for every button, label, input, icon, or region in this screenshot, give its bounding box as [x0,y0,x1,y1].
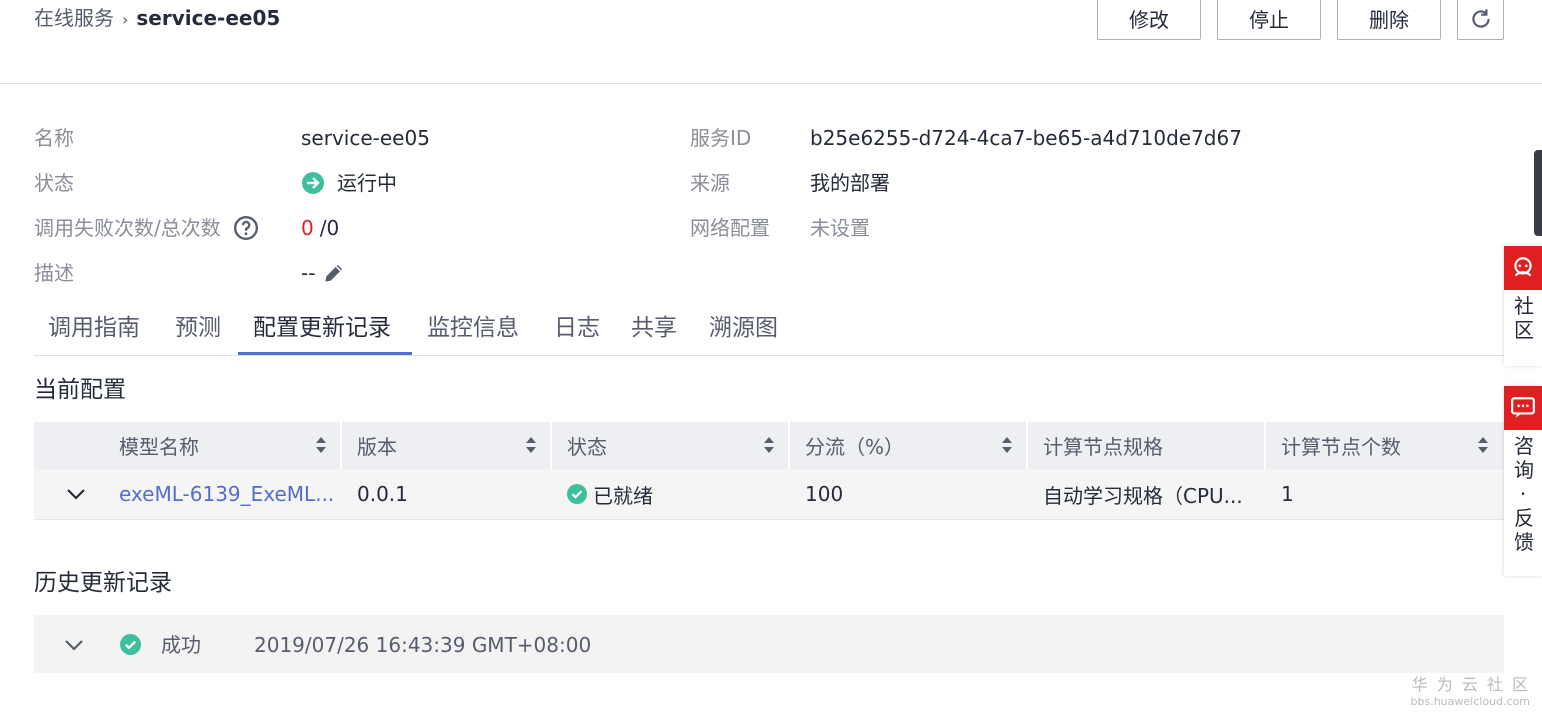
calls-total: /0 [319,216,340,240]
current-config-title: 当前配置 [34,377,126,403]
desc-value: -- [301,259,347,287]
chevron-down-icon[interactable] [64,637,84,653]
refresh-button[interactable] [1457,0,1504,40]
consult-label: 咨询·反馈 [1514,434,1534,554]
status-cell-text: 已就绪 [593,483,653,508]
sort-icon[interactable] [1477,434,1489,456]
col-separator [788,422,790,469]
model-name-cell[interactable]: exeML-6139_ExeML... [119,469,334,519]
consult-icon-box [1504,386,1542,430]
version-cell: 0.0.1 [357,482,408,506]
help-icon[interactable] [233,215,259,241]
watermark: 华 为 云 社 区 bbs.huaweicloud.com [1411,674,1530,708]
service-id-label: 服务ID [690,126,752,150]
stop-button[interactable]: 停止 [1217,0,1321,40]
source-label: 来源 [690,171,730,195]
table-row: exeML-6139_ExeML... 0.0.1 已就绪 100 自动学习规格… [34,469,1504,520]
chevron-down-icon[interactable] [66,486,86,502]
col-model-name-label: 模型名称 [119,435,199,459]
calls-failed: 0 [301,216,314,240]
col-status-label: 状态 [567,435,607,459]
node-count-cell: 1 [1281,482,1294,506]
breadcrumb-parent-link[interactable]: 在线服务 [34,6,114,30]
col-version[interactable]: 版本 [357,422,397,469]
tab-logs[interactable]: 日志 [554,312,600,344]
tab-monitoring[interactable]: 监控信息 [427,312,519,344]
modify-button-label: 修改 [1129,8,1169,32]
running-status-icon [302,172,324,194]
network-value: 未设置 [810,216,870,240]
edit-pencil-icon[interactable] [321,260,347,286]
tab-call-guide[interactable]: 调用指南 [48,312,140,344]
col-node-count-label: 计算节点个数 [1281,435,1401,459]
col-status[interactable]: 状态 [567,422,607,469]
history-time: 2019/07/26 16:43:39 GMT+08:00 [254,633,592,657]
col-separator [1026,422,1028,469]
watermark-title: 华 为 云 社 区 [1411,675,1530,694]
tab-predict[interactable]: 预测 [175,312,221,344]
col-version-label: 版本 [357,435,397,459]
col-traffic-label: 分流（%） [805,435,905,459]
calls-label-text: 调用失败次数/总次数 [34,216,221,240]
source-value: 我的部署 [810,171,890,195]
community-label: 社区 [1514,294,1534,342]
config-table-header: 模型名称 版本 状态 分流（%） 计算节点规格 计算节点个数 [34,422,1504,469]
calls-value: 0/0 [301,214,339,242]
check-circle-icon [567,484,587,504]
sort-icon[interactable] [315,434,327,456]
desc-value-text: -- [301,261,316,285]
col-node-spec-label: 计算节点规格 [1043,435,1163,459]
sort-icon[interactable] [525,434,537,456]
history-status: 成功 [161,633,201,657]
refresh-icon [1471,8,1490,28]
tab-config-history[interactable]: 配置更新记录 [253,312,391,344]
name-label: 名称 [34,126,74,150]
check-circle-icon [120,634,141,655]
network-label: 网络配置 [690,216,770,240]
community-float-button[interactable]: 社区 [1504,246,1542,366]
col-separator [340,422,342,469]
breadcrumb: 在线服务 › service-ee05 [34,4,280,34]
desc-label: 描述 [34,261,74,285]
chat-icon [1511,397,1535,418]
history-item: 成功 2019/07/26 16:43:39 GMT+08:00 [34,615,1504,673]
col-traffic[interactable]: 分流（%） [805,422,904,469]
breadcrumb-separator: › [122,10,129,29]
status-value: 运行中 [301,169,397,197]
col-separator [1264,422,1266,469]
status-label: 状态 [34,171,74,195]
modify-button[interactable]: 修改 [1097,0,1201,40]
consult-float-button[interactable]: 咨询·反馈 [1504,386,1542,576]
service-id-value: b25e6255-d724-4ca7-be65-a4d710de7d67 [810,126,1242,150]
name-value: service-ee05 [301,126,430,150]
tab-share[interactable]: 共享 [631,312,677,344]
status-cell: 已就绪 [567,469,653,519]
sort-icon[interactable] [763,434,775,456]
model-name-link[interactable]: exeML-6139_ExeML... [119,482,334,506]
node-spec-cell: 自动学习规格（CPU... [1043,483,1243,508]
stop-button-label: 停止 [1249,8,1289,32]
tabs-divider [34,355,1504,356]
breadcrumb-current: service-ee05 [136,6,281,30]
status-value-text: 运行中 [337,171,397,195]
delete-button[interactable]: 删除 [1337,0,1441,40]
watermark-url: bbs.huaweicloud.com [1410,695,1530,708]
community-icon-box [1504,246,1542,290]
tab-active-indicator [238,352,412,355]
delete-button-label: 删除 [1369,8,1409,32]
col-node-count[interactable]: 计算节点个数 [1281,422,1401,469]
sort-icon[interactable] [1001,434,1013,456]
col-model-name[interactable]: 模型名称 [119,422,199,469]
calls-label: 调用失败次数/总次数 [34,214,259,242]
col-separator [550,422,552,469]
community-icon [1514,257,1532,277]
header-divider [0,83,1542,84]
tab-lineage[interactable]: 溯源图 [709,312,778,344]
history-title: 历史更新记录 [34,570,172,596]
traffic-cell: 100 [805,482,844,506]
col-node-spec: 计算节点规格 [1043,422,1163,469]
side-handle[interactable] [1534,150,1542,236]
